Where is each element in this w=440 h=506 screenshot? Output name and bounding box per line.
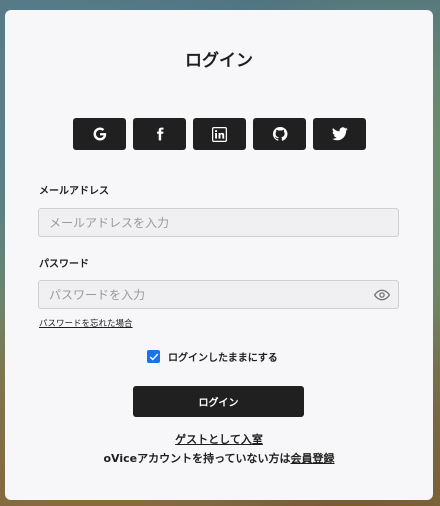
github-login-button[interactable] [253,118,306,150]
signup-link[interactable]: 会員登録 [291,452,335,465]
eye-icon[interactable] [373,287,391,307]
signup-row: oViceアカウントを持っていない方は会員登録 [5,450,433,466]
password-label: パスワード [39,259,89,270]
signup-prefix: oViceアカウントを持っていない方は [103,452,291,465]
email-input[interactable] [39,209,398,236]
github-icon [272,126,287,141]
google-login-button[interactable] [73,118,126,150]
guest-entry-row: ゲストとして入室 [5,431,433,447]
google-icon [93,127,106,141]
linkedin-login-button[interactable] [193,118,246,150]
password-field-wrapper [38,280,399,309]
facebook-icon [156,127,163,141]
social-login-row [73,118,366,150]
password-input[interactable] [39,281,398,308]
remember-me-checkbox[interactable] [147,350,160,363]
twitter-icon [331,127,348,141]
twitter-login-button[interactable] [313,118,366,150]
email-label: メールアドレス [39,186,109,197]
login-modal: ログイン メールアドレス メールアドレスを入力 パスワード パスワードを忘れた場… [5,10,433,500]
remember-me-row: ログインしたままにする [147,349,278,364]
login-button[interactable]: ログイン [133,386,304,417]
modal-title: ログイン [185,51,253,71]
email-field-wrapper [38,208,399,237]
linkedin-icon [212,126,227,142]
guest-entry-link[interactable]: ゲストとして入室 [175,433,263,446]
forgot-password-link[interactable]: パスワードを忘れた場合 [39,317,133,329]
check-icon [149,353,158,361]
facebook-login-button[interactable] [133,118,186,150]
remember-me-label: ログインしたままにする [168,353,278,364]
